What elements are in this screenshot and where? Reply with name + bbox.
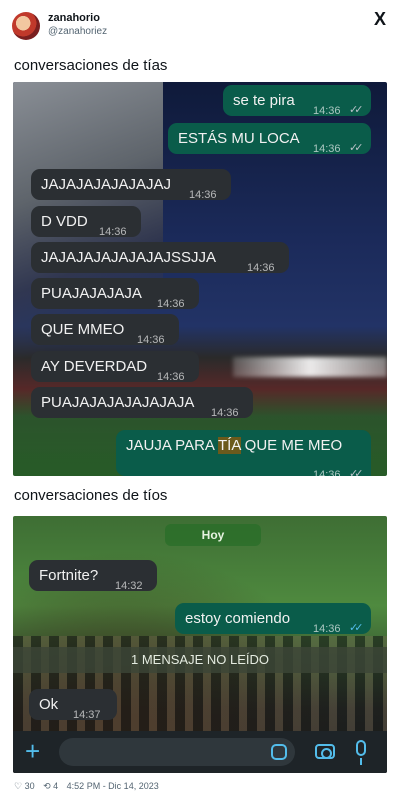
message-text: PUAJAJAJAJAJAJAJA (41, 394, 195, 411)
tweet-header: zanahorio @zanahoriez X (0, 0, 400, 50)
read-ticks-icon: ✓✓ (349, 104, 364, 116)
message-time: 14:36 (313, 143, 341, 155)
read-ticks-icon: ✓✓ (349, 622, 364, 634)
message-text: AY DEVERDAD (41, 358, 148, 375)
search-highlight: TÍA (218, 437, 241, 454)
message-bubble[interactable]: estoy comiendo 14:36 ✓✓ (175, 603, 371, 635)
sticker-icon[interactable] (271, 744, 287, 760)
like-count[interactable]: ♡ 30 (14, 781, 35, 791)
message-time: 14:32 (115, 580, 143, 592)
plus-icon[interactable]: + (25, 737, 40, 765)
camera-icon[interactable] (315, 744, 335, 759)
message-text: ESTÁS MU LOCA (178, 130, 300, 147)
message-bubble[interactable]: Ok 14:37 (29, 689, 117, 721)
message-time: 14:36 (313, 469, 341, 476)
message-bubble[interactable]: PUAJAJAJAJA 14:36 (31, 278, 199, 310)
stadium-lights (233, 357, 387, 377)
message-text: estoy comiendo (185, 610, 291, 627)
message-bubble[interactable]: D VDD 14:36 (31, 206, 141, 238)
message-text: Fortnite? (39, 567, 99, 584)
message-text: QUE MMEO (41, 321, 125, 338)
author-name[interactable]: zanahorio (48, 12, 100, 24)
message-bubble[interactable]: JAUJA PARA TÍA QUE ME MEO 14:36 ✓✓ (116, 430, 371, 476)
message-time: 14:36 (313, 623, 341, 635)
message-text: JAUJA PARA TÍA QUE ME MEO (126, 430, 342, 462)
read-ticks-icon: ✓✓ (349, 468, 364, 476)
caption-top: conversaciones de tías (14, 57, 168, 74)
message-bubble[interactable]: AY DEVERDAD 14:36 (31, 351, 199, 383)
message-text-part: JAUJA PARA (126, 437, 218, 454)
read-ticks-icon: ✓✓ (349, 142, 364, 154)
retweet-count[interactable]: ⟲ 4 (43, 781, 58, 791)
author-handle[interactable]: @zanahoriez (48, 26, 107, 37)
x-logo-icon[interactable]: X (374, 9, 386, 30)
tweet-timestamp: 4:52 PM - Dic 14, 2023 (66, 781, 159, 791)
date-chip: Hoy (165, 524, 261, 546)
message-bubble[interactable]: ESTÁS MU LOCA 14:36 ✓✓ (168, 123, 371, 155)
message-time: 14:36 (211, 407, 239, 419)
message-time: 14:36 (189, 189, 217, 201)
chat-screenshot-bottom: Hoy Fortnite? 14:32 estoy comiendo 14:36… (13, 516, 387, 773)
message-bubble[interactable]: se te pira 14:36 ✓✓ (223, 85, 371, 117)
message-text: Ok (39, 696, 59, 713)
avatar[interactable] (12, 12, 40, 40)
chat-screenshot-top: se te pira 14:36 ✓✓ ESTÁS MU LOCA 14:36 … (13, 82, 387, 476)
message-bubble[interactable]: QUE MMEO 14:36 (31, 314, 179, 346)
message-bubble[interactable]: JAJAJAJAJAJAJAJSSJJA 14:36 (31, 242, 289, 274)
message-input[interactable] (59, 738, 295, 766)
message-time: 14:36 (247, 262, 275, 274)
message-text: JAJAJAJAJAJAJAJ (41, 176, 172, 193)
caption-bottom: conversaciones de tíos (14, 487, 168, 504)
message-bubble[interactable]: JAJAJAJAJAJAJAJ 14:36 (31, 169, 231, 201)
message-text: se te pira (233, 92, 295, 109)
tweet-footer: ♡ 30 ⟲ 4 4:52 PM - Dic 14, 2023 (14, 781, 165, 792)
message-time: 14:37 (73, 709, 101, 721)
message-bubble[interactable]: PUAJAJAJAJAJAJAJA 14:36 (31, 387, 253, 419)
message-text: D VDD (41, 213, 88, 230)
message-text: JAJAJAJAJAJAJAJSSJJA (41, 249, 217, 266)
unread-banner: 1 MENSAJE NO LEÍDO (13, 647, 387, 673)
message-text-part: QUE ME MEO (240, 437, 343, 454)
mic-icon[interactable] (356, 740, 366, 765)
message-text: PUAJAJAJAJA (41, 285, 142, 302)
message-bubble[interactable]: Fortnite? 14:32 (29, 560, 157, 592)
message-composer: + (13, 731, 387, 773)
